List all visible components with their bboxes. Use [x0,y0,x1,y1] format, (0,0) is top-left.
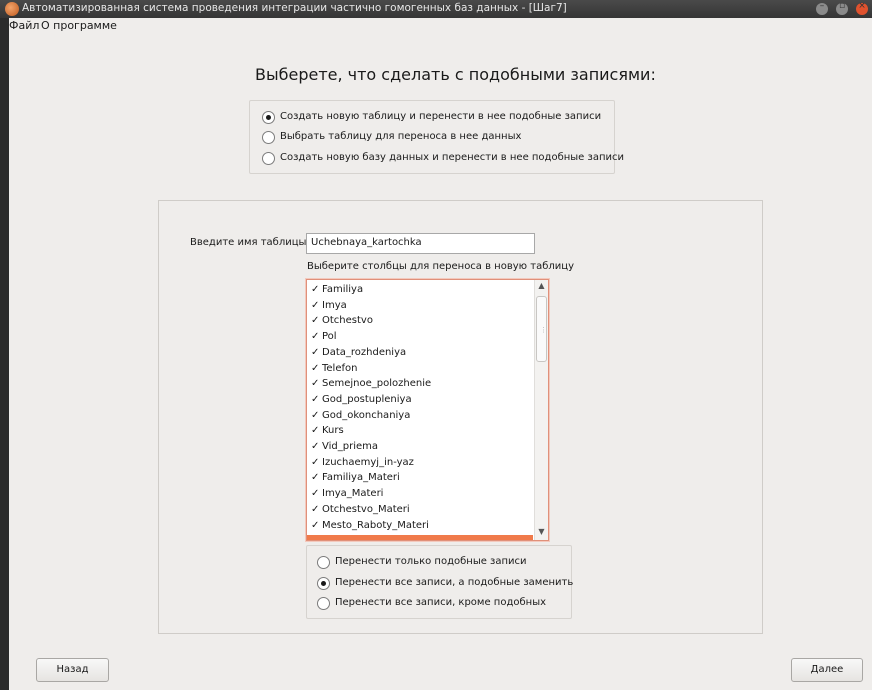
arrow-up-icon[interactable]: ▲ [535,281,548,293]
list-item-label: Izuchaemyj_in-yaz [322,456,414,468]
list-item[interactable]: ✓ Vid_priema [307,440,533,455]
close-button[interactable]: × [856,1,868,15]
radio-label: Создать новую базу данных и перенести в … [280,152,624,163]
list-item[interactable]: ✓ Kurs [307,424,533,439]
columns-scrollbar[interactable]: ▲ ⋮ ▼ [534,280,548,540]
radio-button[interactable] [262,131,275,144]
radio-button[interactable] [262,111,275,124]
columns-label: Выберите столбцы для переноса в новую та… [307,261,574,272]
list-item-label: Vid_priema [322,441,379,452]
check-icon[interactable]: ✓ [311,300,319,311]
list-item-label: Imya [322,299,347,311]
check-icon[interactable]: ✓ [311,425,319,436]
grip-icon: ⋮ [540,326,547,334]
app-icon [5,2,19,16]
check-icon[interactable]: ✓ [311,410,319,421]
radio-button[interactable] [317,577,330,590]
check-icon[interactable]: ✓ [311,363,319,374]
list-item[interactable]: ✓ Familiya_Materi [307,471,533,486]
list-item[interactable]: ✓ God_okonchaniya [307,409,533,424]
check-icon[interactable]: ✓ [311,488,319,499]
list-item-label: Otchestvo_Materi [322,503,410,515]
radio-label: Перенести все записи, кроме подобных [335,597,547,608]
list-item-selected-partial[interactable] [307,535,533,540]
list-item-label: Mesto_Raboty_Materi [322,519,429,531]
back-button[interactable]: Назад [36,658,109,682]
list-item-label: Semejnoe_polozhenie [322,378,432,390]
radio-label: Выбрать таблицу для переноса в нее данны… [280,131,522,142]
check-icon[interactable]: ✓ [311,284,319,295]
check-icon[interactable]: ✓ [311,394,319,405]
radio-button[interactable] [317,556,330,569]
transfer-options-group: Перенести только подобные записи Перенес… [306,545,574,619]
radio-label: Перенести только подобные записи [335,556,527,567]
check-icon[interactable]: ✓ [311,457,319,468]
main-window: Файл О программе Выберете, что сделать с… [9,18,872,690]
columns-list[interactable]: ✓ Familiya ✓ Imya ✓ Otchestvo ✓ Pol ✓ Data_rozhde… [306,279,549,541]
check-icon[interactable]: ✓ [311,472,319,483]
radio-label: Создать новую таблицу и перенести в нее … [280,111,602,122]
list-item[interactable]: ✓ God_postupleniya [307,393,533,408]
list-item-label: Otchestvo [322,315,373,327]
menu-bar: Файл О программе [9,18,872,34]
list-item[interactable]: ✓ Imya_Materi [307,487,533,502]
list-item[interactable]: ✓ Pol [307,330,533,345]
menu-file[interactable]: Файл [9,19,39,32]
table-name-label: Введите имя таблицы [190,237,307,248]
check-icon[interactable]: ✓ [311,441,319,452]
maximize-icon: ▫ [838,1,846,11]
menu-about[interactable]: О программе [41,19,117,32]
minimize-icon: – [819,1,825,11]
page-title: Выберете, что сделать с подобными запися… [255,65,656,84]
list-item[interactable]: ✓ Izuchaemyj_in-yaz [307,456,533,471]
maximize-button[interactable]: ▫ [836,1,848,15]
list-item-label: Pol [322,331,337,343]
list-item[interactable]: ✓ Telefon [307,362,533,377]
list-item[interactable]: ✓ Mesto_Raboty_Materi [307,519,533,534]
list-item-label: Data_rozhdeniya [322,346,407,358]
title-bar: Автоматизированная система проведения ин… [0,0,872,18]
check-icon[interactable]: ✓ [311,347,319,358]
list-item[interactable]: ✓ Imya [307,299,533,314]
scrollbar-thumb[interactable]: ⋮ [536,296,547,362]
check-icon[interactable]: ✓ [311,504,319,515]
radio-button[interactable] [262,152,275,165]
list-item-label: God_postupleniya [322,393,412,405]
list-item-label: Telefon [322,362,358,374]
action-options-group: Создать новую таблицу и перенести в нее … [249,100,624,174]
radio-label: Перенести все записи, а подобные заменит… [335,577,574,588]
list-item[interactable]: ✓ Familiya [307,283,533,298]
list-item-label: Kurs [322,425,344,437]
list-item[interactable]: ✓ Otchestvo [307,314,533,329]
window-title: Автоматизированная система проведения ин… [22,2,567,14]
check-icon[interactable]: ✓ [311,331,319,342]
check-icon[interactable]: ✓ [311,378,319,389]
check-icon[interactable]: ✓ [311,315,319,326]
list-item-label: Familiya_Materi [322,472,400,484]
minimize-button[interactable]: – [816,1,828,15]
list-item[interactable]: ✓ Data_rozhdeniya [307,346,533,361]
close-icon: × [858,1,866,11]
radio-button[interactable] [317,597,330,610]
arrow-down-icon[interactable]: ▼ [535,527,548,539]
list-item[interactable]: ✓ Semejnoe_polozhenie [307,377,533,392]
check-icon[interactable]: ✓ [311,520,319,531]
list-item-label: Imya_Materi [322,488,384,500]
list-item-label: Familiya [322,284,364,295]
list-item[interactable]: ✓ Otchestvo_Materi [307,503,533,518]
next-button[interactable]: Далее [791,658,863,682]
list-item-label: God_okonchaniya [322,409,411,421]
table-name-input[interactable]: Uchebnaya_kartochka [306,233,535,254]
